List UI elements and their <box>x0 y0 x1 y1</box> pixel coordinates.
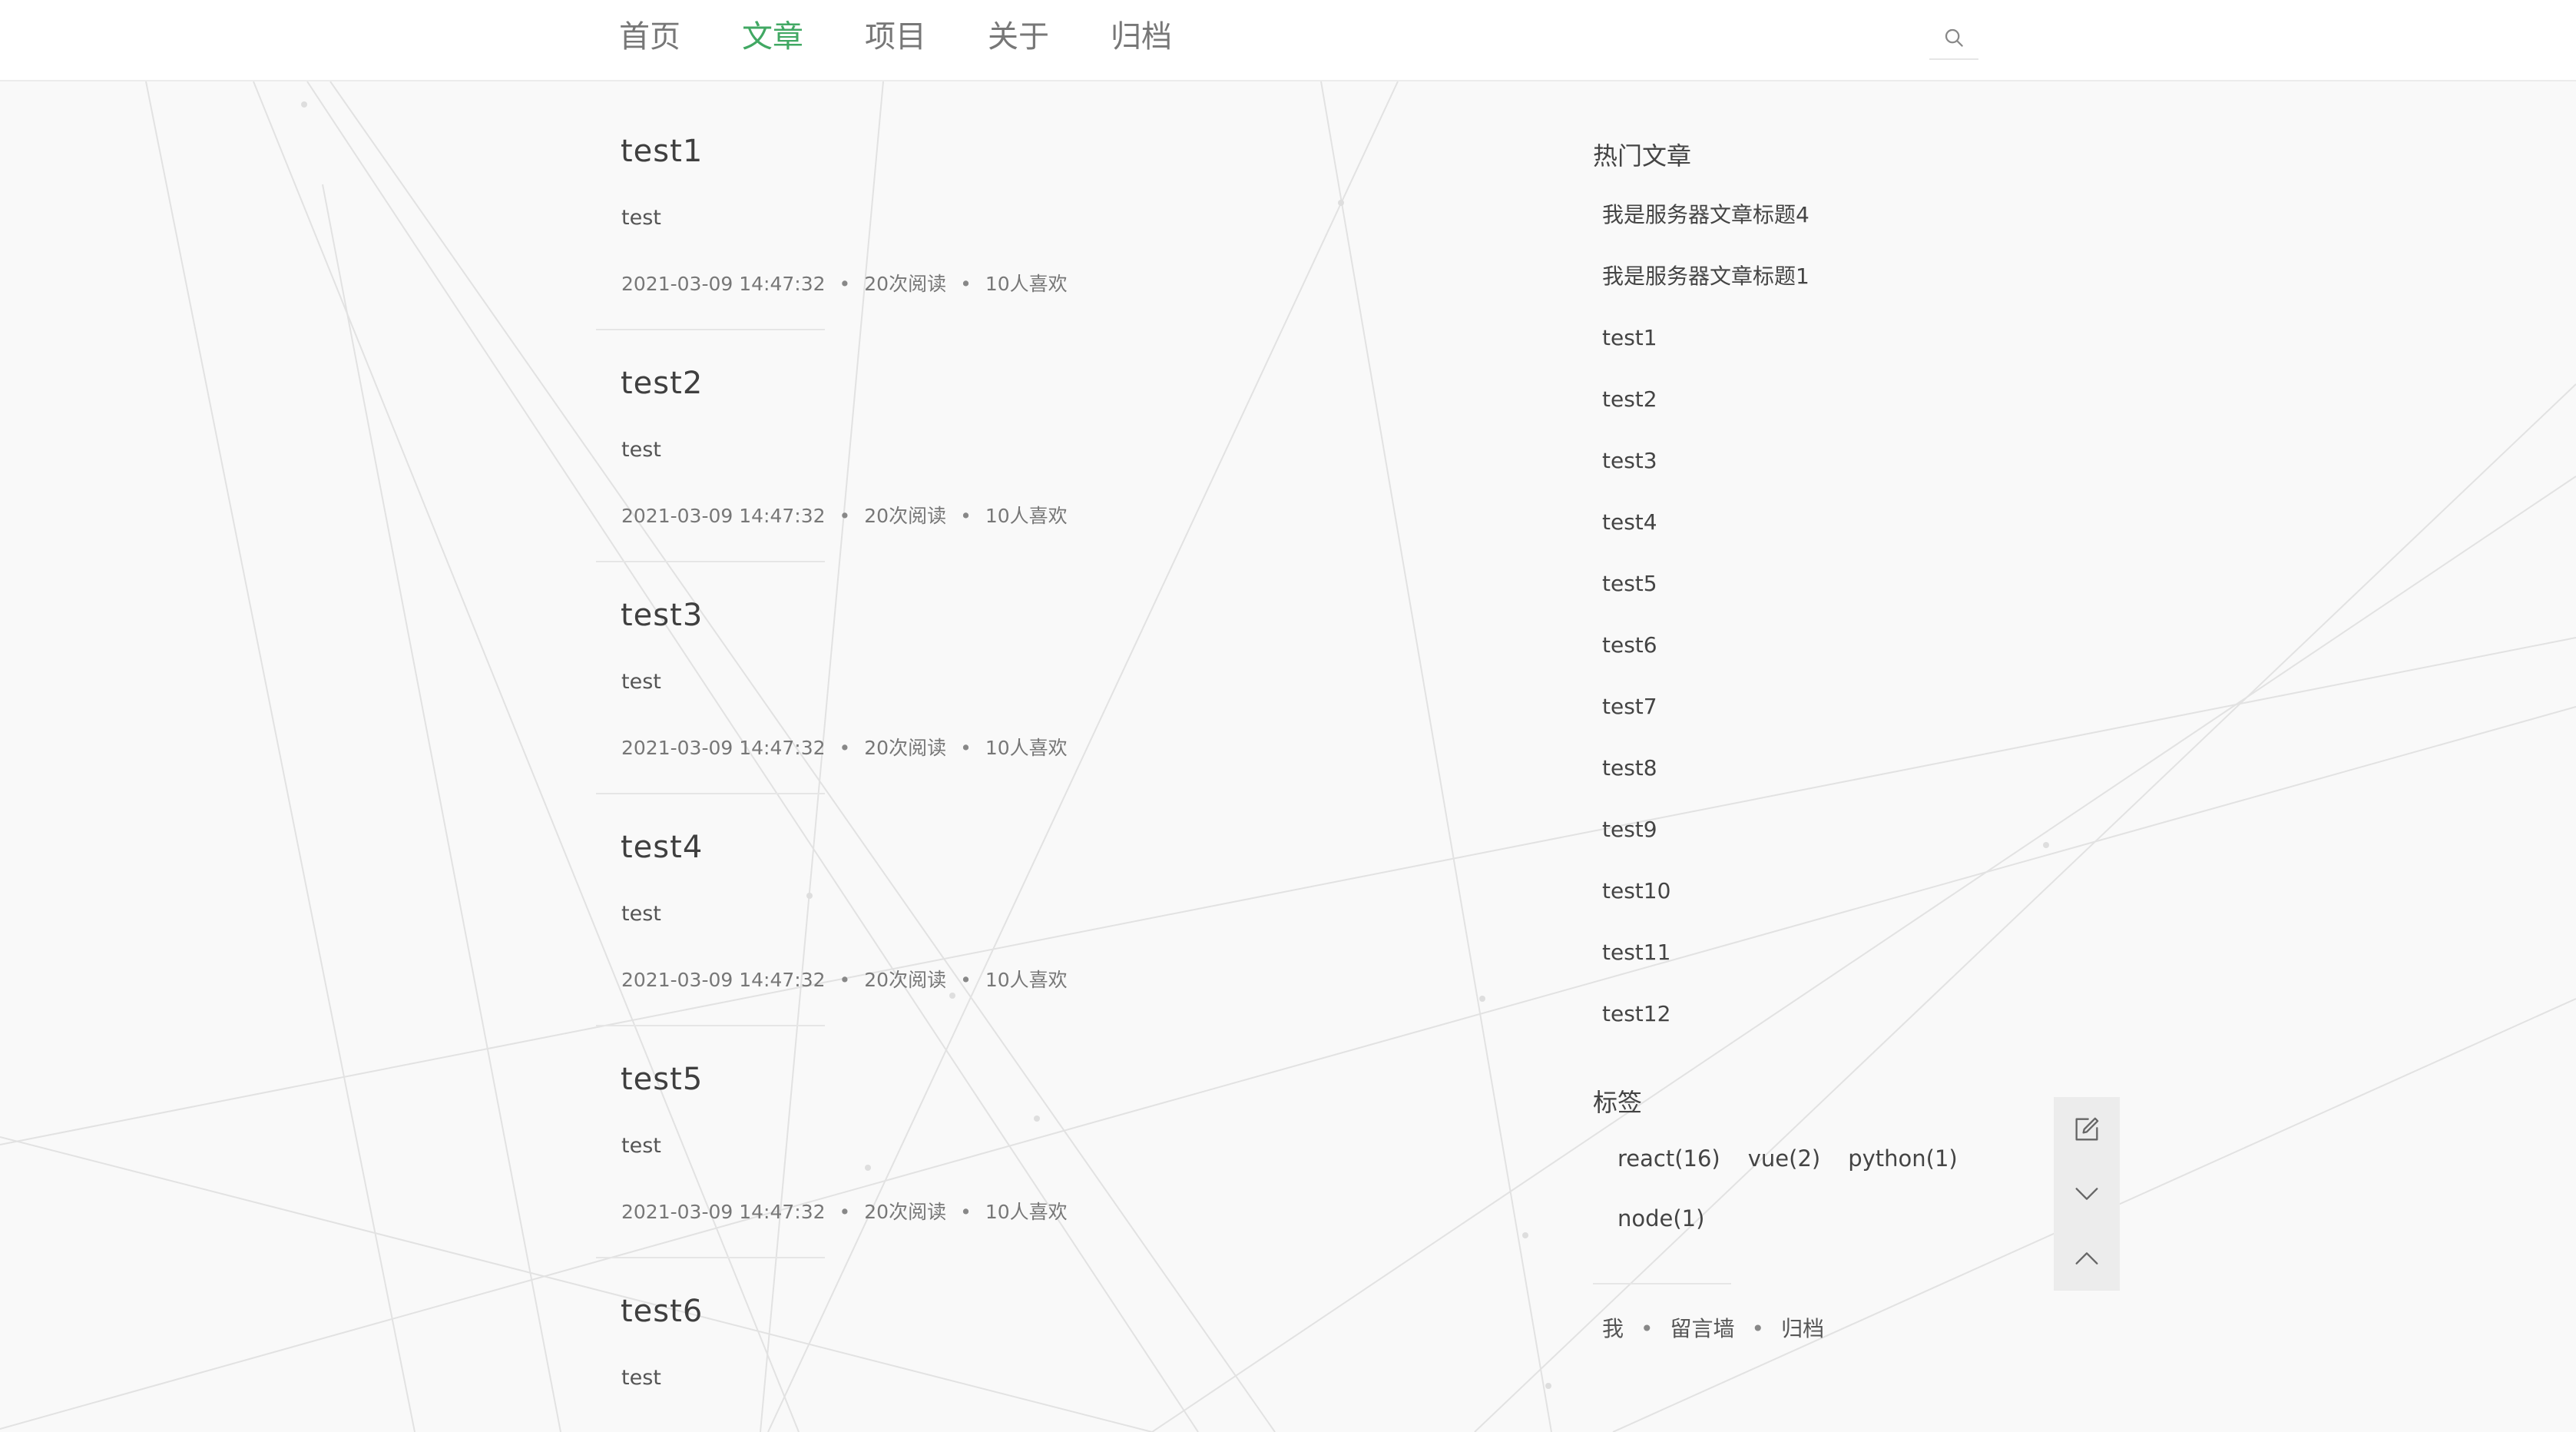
nav-item-about[interactable]: 关于 <box>988 15 1049 58</box>
article-title[interactable]: test5 <box>621 1062 703 1097</box>
meta-separator: • <box>839 505 851 527</box>
meta-separator: • <box>960 505 972 527</box>
chevron-down-icon <box>2075 1188 2098 1200</box>
meta-separator: • <box>839 1201 851 1223</box>
article-datetime: 2021-03-09 14:47:32 <box>621 1201 826 1223</box>
article-likes: 10人喜欢 <box>985 969 1068 991</box>
chevron-up-icon <box>2075 1252 2098 1265</box>
meta-separator: • <box>839 273 851 295</box>
article-list: test1 test 2021-03-09 14:47:32 • 20次阅读 • 10人… <box>596 81 1594 1432</box>
top-header: 首页 文章 项目 关于 归档 <box>0 0 2576 81</box>
tag-react[interactable]: react(16) <box>1617 1143 1720 1203</box>
nav-item-projects[interactable]: 项目 <box>865 15 926 58</box>
tag-list: react(16) vue(2) python(1) node(1) <box>1617 1143 1986 1263</box>
hot-article-item[interactable]: test10 <box>1602 876 1809 937</box>
edit-icon <box>2075 1117 2099 1141</box>
article-likes: 10人喜欢 <box>985 273 1068 295</box>
article-reads: 20次阅读 <box>864 273 947 295</box>
search-button[interactable] <box>1929 17 1978 60</box>
hot-article-item[interactable]: test11 <box>1602 937 1809 999</box>
article-likes: 10人喜欢 <box>985 505 1068 527</box>
article-likes: 10人喜欢 <box>985 737 1068 759</box>
nav-item-home[interactable]: 首页 <box>619 15 680 58</box>
article-summary: test <box>621 670 661 694</box>
article-summary: test <box>621 206 661 230</box>
footer-links: 我 • 留言墙 • 归档 <box>1602 1312 1824 1343</box>
article-item[interactable]: test5 test 2021-03-09 14:47:32 • 20次阅读 • 10人… <box>596 1009 1594 1258</box>
hot-article-item[interactable]: test5 <box>1602 568 1809 630</box>
article-datetime: 2021-03-09 14:47:32 <box>621 505 826 527</box>
hot-article-item[interactable]: test6 <box>1602 630 1809 691</box>
nav-item-articles[interactable]: 文章 <box>742 15 803 58</box>
article-reads: 20次阅读 <box>864 1201 947 1223</box>
article-item[interactable]: test1 test 2021-03-09 14:47:32 • 20次阅读 • 10人… <box>596 81 1594 330</box>
hot-article-item[interactable]: test9 <box>1602 814 1809 876</box>
article-meta: 2021-03-09 14:47:32 • 20次阅读 • 10人喜欢 <box>621 269 1068 297</box>
article-summary: test <box>621 1366 661 1390</box>
hot-article-item[interactable]: 我是服务器文章标题4 <box>1602 200 1809 261</box>
article-summary: test <box>621 438 661 462</box>
article-item[interactable]: test2 test 2021-03-09 14:47:32 • 20次阅读 • 10人… <box>596 313 1594 562</box>
hot-article-item[interactable]: 我是服务器文章标题1 <box>1602 261 1809 323</box>
meta-separator: • <box>960 1201 972 1223</box>
article-summary: test <box>621 1134 661 1158</box>
meta-separator: • <box>960 737 972 759</box>
tag-vue[interactable]: vue(2) <box>1748 1143 1820 1203</box>
hot-article-item[interactable]: test4 <box>1602 507 1809 568</box>
article-likes: 10人喜欢 <box>985 1201 1068 1223</box>
meta-separator: • <box>839 737 851 759</box>
article-title[interactable]: test1 <box>621 134 703 169</box>
article-meta: 2021-03-09 14:47:32 • 20次阅读 • 10人喜欢 <box>621 965 1068 993</box>
article-meta: 2021-03-09 14:47:32 • 20次阅读 • 10人喜欢 <box>621 1197 1068 1225</box>
article-title[interactable]: test3 <box>621 598 703 633</box>
article-reads: 20次阅读 <box>864 505 947 527</box>
article-item[interactable]: test6 test <box>596 1241 1594 1432</box>
main-nav: 首页 文章 项目 关于 归档 <box>619 15 1233 58</box>
footer-link-me[interactable]: 我 <box>1602 1316 1624 1341</box>
sidebar-divider <box>1593 1283 1731 1284</box>
hot-articles-title: 热门文章 <box>1593 141 1692 171</box>
hot-article-item[interactable]: test1 <box>1602 323 1809 384</box>
hot-articles-list: 我是服务器文章标题4 我是服务器文章标题1 test1 test2 test3 … <box>1602 200 1809 1060</box>
article-reads: 20次阅读 <box>864 737 947 759</box>
hot-article-item[interactable]: test8 <box>1602 753 1809 814</box>
article-title[interactable]: test4 <box>621 830 703 865</box>
article-title[interactable]: test2 <box>621 366 703 401</box>
article-summary: test <box>621 902 661 926</box>
article-datetime: 2021-03-09 14:47:32 <box>621 273 826 295</box>
hot-article-item[interactable]: test12 <box>1602 999 1809 1060</box>
tag-python[interactable]: python(1) <box>1848 1143 1958 1203</box>
meta-separator: • <box>839 969 851 991</box>
footer-separator: • <box>1641 1316 1654 1341</box>
hot-article-item[interactable]: test2 <box>1602 384 1809 446</box>
article-meta: 2021-03-09 14:47:32 • 20次阅读 • 10人喜欢 <box>621 501 1068 529</box>
hot-article-item[interactable]: test3 <box>1602 446 1809 507</box>
footer-link-archive[interactable]: 归档 <box>1781 1316 1824 1341</box>
tag-node[interactable]: node(1) <box>1617 1203 1704 1263</box>
tags-title: 标签 <box>1593 1088 1643 1117</box>
article-reads: 20次阅读 <box>864 969 947 991</box>
article-title[interactable]: test6 <box>621 1294 703 1329</box>
article-item[interactable]: test4 test 2021-03-09 14:47:32 • 20次阅读 • 10人… <box>596 777 1594 1026</box>
meta-separator: • <box>960 273 972 295</box>
meta-separator: • <box>960 969 972 991</box>
footer-link-guestbook[interactable]: 留言墙 <box>1670 1316 1735 1341</box>
article-meta: 2021-03-09 14:47:32 • 20次阅读 • 10人喜欢 <box>621 733 1068 761</box>
article-datetime: 2021-03-09 14:47:32 <box>621 969 826 991</box>
footer-separator: • <box>1751 1316 1765 1341</box>
article-datetime: 2021-03-09 14:47:32 <box>621 737 826 759</box>
floating-toolbar <box>2054 1097 2120 1291</box>
nav-item-archive[interactable]: 归档 <box>1111 15 1172 58</box>
search-icon <box>1945 28 1963 47</box>
hot-article-item[interactable]: test7 <box>1602 691 1809 753</box>
article-item[interactable]: test3 test 2021-03-09 14:47:32 • 20次阅读 • 10人… <box>596 545 1594 794</box>
scroll-top-button[interactable] <box>2054 1226 2120 1291</box>
scroll-down-button[interactable] <box>2054 1162 2120 1226</box>
write-article-button[interactable] <box>2054 1097 2120 1162</box>
